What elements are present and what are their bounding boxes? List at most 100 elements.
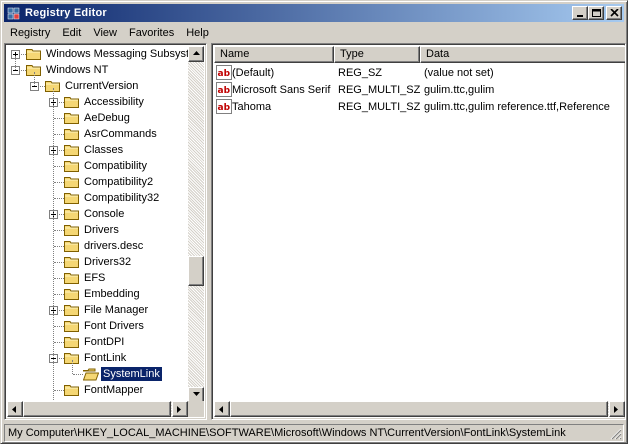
values-list-pane[interactable]: Name Type Data ab (Default) REG_SZ (value n… [211, 43, 626, 420]
tree-item-label[interactable]: Drivers [82, 223, 121, 237]
string-value-icon: ab [216, 65, 232, 80]
tree-item[interactable]: FontLink [7, 350, 191, 366]
folder-icon [64, 161, 79, 172]
tree-connector [73, 374, 83, 375]
folder-icon [64, 257, 79, 268]
close-button[interactable] [606, 6, 622, 20]
tree-item[interactable]: Console [7, 206, 191, 222]
tree-item-label[interactable]: Font Drivers [82, 319, 146, 333]
tree-vertical-scrollbar[interactable] [188, 46, 204, 403]
tree-item[interactable]: Embedding [7, 286, 191, 302]
menu-view[interactable]: View [87, 24, 123, 42]
tree-item-label[interactable]: SystemLink [100, 366, 163, 382]
tree-item[interactable]: File Manager [7, 302, 191, 318]
column-header-type[interactable]: Type [334, 46, 420, 63]
value-type: REG_MULTI_SZ [338, 101, 421, 113]
tree-item-label[interactable]: Compatibility2 [82, 175, 155, 189]
tree-item-label[interactable]: Windows Messaging Subsyste [44, 47, 191, 61]
tree-item[interactable]: FontDPI [7, 334, 191, 350]
tree-item-label[interactable]: Compatibility [82, 159, 149, 173]
column-header-name[interactable]: Name [214, 46, 334, 63]
folder-icon [64, 241, 79, 252]
tree-item[interactable]: Accessibility [7, 94, 191, 110]
arrow-left-icon [219, 406, 223, 413]
value-name: Microsoft Sans Serif [232, 84, 331, 96]
value-row[interactable]: ab (Default) REG_SZ (value not set) [214, 65, 625, 81]
folder-icon [64, 209, 79, 220]
menu-registry[interactable]: Registry [4, 24, 56, 42]
tree-guide-line [15, 56, 16, 70]
tree-item-label[interactable]: FontDPI [82, 335, 126, 349]
tree-guide-line [72, 360, 73, 374]
tree-item-label[interactable]: Drivers32 [82, 255, 133, 269]
tree-item-label[interactable]: Console [82, 207, 126, 221]
minimize-button[interactable] [572, 6, 588, 20]
tree-item[interactable]: Compatibility2 [7, 174, 191, 190]
status-path: My Computer\HKEY_LOCAL_MACHINE\SOFTWARE\… [8, 427, 566, 439]
column-header-data[interactable]: Data [420, 46, 625, 63]
registry-tree[interactable]: Windows Messaging Subsyste Windows NT Curr… [7, 46, 191, 403]
list-scroll-right-button[interactable] [609, 401, 625, 417]
menu-bar: Registry Edit View Favorites Help [4, 24, 624, 42]
folder-icon [64, 225, 79, 236]
tree-scroll-thumb[interactable] [188, 256, 204, 286]
registry-tree-pane[interactable]: Windows Messaging Subsyste Windows NT Curr… [4, 43, 207, 420]
tree-item[interactable]: Windows Messaging Subsyste [7, 46, 191, 62]
resize-grip-icon[interactable] [610, 428, 622, 440]
tree-item-label[interactable]: Classes [82, 143, 125, 157]
folder-icon [64, 177, 79, 188]
menu-favorites[interactable]: Favorites [123, 24, 180, 42]
folder-icon [26, 49, 41, 60]
tree-item-label[interactable]: Embedding [82, 287, 142, 301]
list-hscroll-thumb[interactable] [230, 401, 608, 417]
maximize-button[interactable] [588, 6, 604, 20]
tree-horizontal-scrollbar[interactable] [7, 401, 188, 417]
list-scroll-left-button[interactable] [214, 401, 230, 417]
arrow-right-icon [177, 406, 181, 413]
folder-icon [64, 385, 79, 396]
tree-item-label[interactable]: FontLink [82, 351, 128, 365]
tree-item-label[interactable]: drivers.desc [82, 239, 145, 253]
tree-item[interactable]: Drivers [7, 222, 191, 238]
folder-icon [64, 305, 79, 316]
arrow-up-icon [193, 51, 200, 55]
tree-scroll-right-button[interactable] [172, 401, 188, 417]
tree-item-label[interactable]: EFS [82, 271, 107, 285]
tree-item-label[interactable]: AsrCommands [82, 127, 159, 141]
title-bar[interactable]: Registry Editor [4, 4, 624, 22]
tree-connector [54, 390, 64, 391]
tree-scroll-up-button[interactable] [188, 46, 204, 62]
tree-item[interactable]: AeDebug [7, 110, 191, 126]
value-row[interactable]: ab Microsoft Sans Serif REG_MULTI_SZ gulim.… [214, 82, 625, 98]
value-data: gulim.ttc,gulim [424, 84, 495, 96]
tree-item[interactable]: Compatibility32 [7, 190, 191, 206]
tree-item-label[interactable]: Windows NT [44, 63, 110, 77]
tree-hscroll-thumb[interactable] [23, 401, 171, 417]
tree-item-label[interactable]: AeDebug [82, 111, 132, 125]
tree-item-label[interactable]: File Manager [82, 303, 150, 317]
tree-item[interactable]: EFS [7, 270, 191, 286]
tree-item[interactable]: drivers.desc [7, 238, 191, 254]
arrow-left-icon [12, 406, 16, 413]
menu-help[interactable]: Help [180, 24, 215, 42]
tree-item[interactable]: Font Drivers [7, 318, 191, 334]
scrollbar-corner [188, 401, 204, 417]
tree-connector [54, 118, 64, 119]
folder-icon [64, 273, 79, 284]
tree-item[interactable]: AsrCommands [7, 126, 191, 142]
tree-item-label[interactable]: CurrentVersion [63, 79, 140, 93]
tree-item[interactable]: SystemLink [7, 366, 191, 382]
tree-connector [54, 246, 64, 247]
tree-item[interactable]: FontMapper [7, 382, 191, 398]
tree-scroll-left-button[interactable] [7, 401, 23, 417]
tree-item[interactable]: Drivers32 [7, 254, 191, 270]
folder-icon [64, 145, 79, 156]
tree-item[interactable]: Classes [7, 142, 191, 158]
list-horizontal-scrollbar[interactable] [214, 401, 625, 417]
tree-item[interactable]: Compatibility [7, 158, 191, 174]
tree-item-label[interactable]: FontMapper [82, 383, 145, 397]
tree-item-label[interactable]: Compatibility32 [82, 191, 161, 205]
tree-item-label[interactable]: Accessibility [82, 95, 146, 109]
value-row[interactable]: ab Tahoma REG_MULTI_SZ gulim.ttc,gulim refe… [214, 99, 625, 115]
menu-edit[interactable]: Edit [56, 24, 87, 42]
